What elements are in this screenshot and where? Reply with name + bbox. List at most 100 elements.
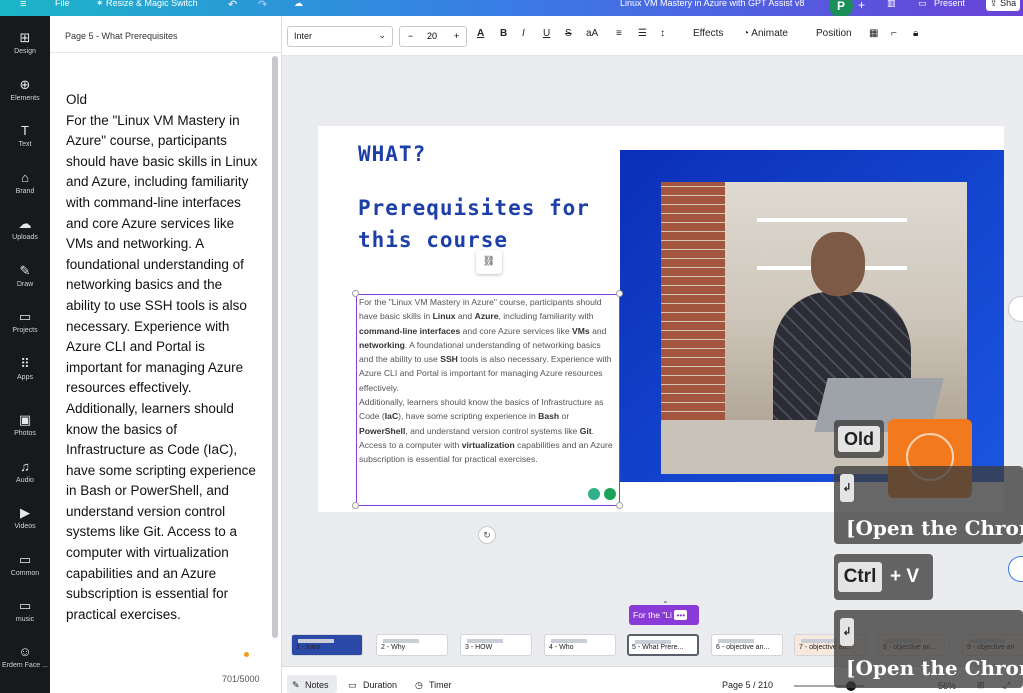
share-button[interactable]: ⇪ Sha	[986, 0, 1021, 11]
photos-icon: ▣	[18, 412, 32, 427]
person-head	[811, 232, 865, 296]
chevron-down-icon[interactable]: ⌄	[662, 596, 669, 605]
rail-text[interactable]: T Text	[0, 123, 50, 148]
letter-case-button[interactable]: aA	[586, 28, 598, 39]
position-button[interactable]: Position	[816, 28, 852, 39]
link-icon[interactable]: ⛓	[476, 250, 502, 274]
body-paragraph-1: For the "Linux VM Mastery in Azure" cour…	[359, 295, 617, 395]
notes-button-label: Notes	[305, 680, 329, 690]
rail-draw[interactable]: ✎ Draw	[0, 263, 50, 288]
rail-common[interactable]: ▭ Common	[0, 552, 50, 577]
keystroke-overlay: Old	[834, 420, 884, 458]
notes-icon: ✎	[292, 680, 300, 690]
body-text: or	[559, 411, 570, 422]
file-menu[interactable]: File	[55, 0, 70, 8]
resize-handle[interactable]	[352, 290, 359, 297]
rail-apps[interactable]: ⠿ Apps	[0, 356, 50, 381]
share-label: Sha	[1000, 0, 1017, 8]
body-bold-text: PowerShell	[359, 425, 406, 436]
assistant-icon[interactable]	[604, 488, 616, 500]
more-icon[interactable]: •••	[674, 610, 688, 620]
notes-scrollbar[interactable]	[272, 56, 278, 638]
animate-button[interactable]: ◔ Animate	[743, 28, 788, 39]
divider	[50, 52, 282, 53]
top-bar: ≡ File ✶ Resize & Magic Switch ↶ ↷ ☁ Lin…	[0, 0, 1023, 18]
text-icon: T	[21, 123, 29, 138]
resize-handle[interactable]	[616, 502, 623, 509]
thumbnail-preview	[383, 639, 419, 643]
chip-label: For the "Li	[633, 610, 672, 620]
body-text: ), have some scripting experience in	[398, 411, 539, 422]
body-bold-text: Linux	[432, 311, 456, 322]
rail-audio[interactable]: ♫ Audio	[0, 459, 50, 484]
slide-body-textbox[interactable]: For the "Linux VM Mastery in Azure" cour…	[356, 294, 620, 506]
selected-text-chip[interactable]: For the "Li •••	[629, 605, 699, 625]
audio-icon: ♫	[20, 459, 30, 474]
shelf	[757, 218, 907, 222]
timer-button[interactable]: Timer	[429, 680, 452, 690]
rail-projects[interactable]: ▭ Projects	[0, 309, 50, 334]
list-icon[interactable]: ☰	[638, 28, 647, 39]
transparency-icon[interactable]: ▦	[869, 28, 878, 39]
chevron-down-icon: ⌄	[378, 30, 386, 40]
share-icon: ⇪	[990, 0, 998, 8]
body-bold-text: networking	[359, 339, 405, 350]
page-indicator[interactable]: Page 5 / 210	[722, 680, 773, 690]
bold-button[interactable]: B	[500, 28, 507, 39]
rail-brand[interactable]: ⌂ Brand	[0, 170, 50, 195]
rail-label: Uploads	[12, 234, 38, 241]
effects-button[interactable]: Effects	[693, 28, 723, 39]
menu-icon[interactable]: ≡	[20, 0, 26, 10]
slide-subheading[interactable]: Prerequisites for this course	[358, 192, 598, 256]
rail-music[interactable]: ▭ music	[0, 598, 50, 623]
font-family-select[interactable]: Inter ⌄	[287, 26, 393, 47]
format-painter-icon[interactable]: ⌐	[891, 28, 897, 39]
duration-button[interactable]: Duration	[363, 680, 397, 690]
rail-photos[interactable]: ▣ Photos	[0, 412, 50, 437]
grammar-indicator[interactable]	[244, 652, 249, 657]
rotate-icon[interactable]: ↻	[478, 526, 496, 544]
page-thumbnail-label: 1 - Intro	[296, 644, 321, 651]
present-button[interactable]: Present	[934, 0, 965, 8]
resize-handle[interactable]	[352, 502, 359, 509]
lock-icon[interactable]: 🔒︎	[913, 28, 918, 39]
resize-magic-switch-button[interactable]: ✶ Resize & Magic Switch	[96, 0, 198, 9]
slide-heading[interactable]: WHAT?	[358, 142, 426, 166]
ctrl-key: Ctrl	[838, 562, 882, 592]
text-color-button[interactable]: A	[477, 28, 484, 39]
rail-design[interactable]: ⊞ Design	[0, 30, 50, 55]
page-thumbnail-label: 6 - objective an...	[716, 644, 770, 651]
align-left-icon[interactable]: ≡	[616, 28, 622, 39]
rail-erdem-face[interactable]: ☺ Erdem Face ...	[0, 644, 50, 669]
present-icon[interactable]: ▭	[918, 0, 927, 9]
increase-size-button[interactable]: +	[454, 31, 459, 41]
left-rail: ⊞ Design ⊕ Elements T Text ⌂ Brand ☁ Uploads …	[0, 16, 50, 693]
grammarly-icon[interactable]	[588, 488, 600, 500]
thumbnail-preview	[801, 639, 837, 643]
body-bold-text: command-line interfaces	[359, 325, 461, 336]
add-collaborator-icon[interactable]: +	[858, 0, 865, 12]
analytics-icon[interactable]: ▥	[887, 0, 896, 9]
font-size-input[interactable]: 20	[427, 31, 437, 41]
document-title[interactable]: Linux VM Mastery in Azure with GPT Assis…	[620, 0, 804, 8]
rail-elements[interactable]: ⊕ Elements	[0, 77, 50, 102]
enter-key-icon: ↲	[840, 474, 854, 502]
apps-icon: ⠿	[20, 356, 30, 371]
strikethrough-button[interactable]: S	[565, 28, 572, 39]
rail-videos[interactable]: ▶ Videos	[0, 505, 50, 530]
cloud-saved-icon: ☁	[294, 0, 303, 8]
notes-textarea[interactable]: Old For the "Linux VM Mastery in Azure" …	[66, 90, 258, 625]
rail-uploads[interactable]: ☁ Uploads	[0, 216, 50, 241]
keystroke-overlay: ↲ [Open the Chron	[834, 610, 1023, 688]
italic-button[interactable]: I	[522, 28, 525, 39]
spacing-icon[interactable]: ↕	[660, 28, 665, 39]
enter-key-icon: ↲	[840, 618, 854, 646]
underline-button[interactable]: U	[543, 28, 550, 39]
page-thumbnail-label: 2 - Why	[381, 644, 406, 651]
design-icon: ⊞	[19, 30, 31, 45]
decrease-size-button[interactable]: −	[408, 31, 413, 41]
body-bold-text: virtualization	[461, 439, 515, 450]
undo-icon[interactable]: ↶	[228, 0, 237, 11]
resize-handle[interactable]	[616, 290, 623, 297]
redo-icon[interactable]: ↷	[258, 0, 267, 11]
